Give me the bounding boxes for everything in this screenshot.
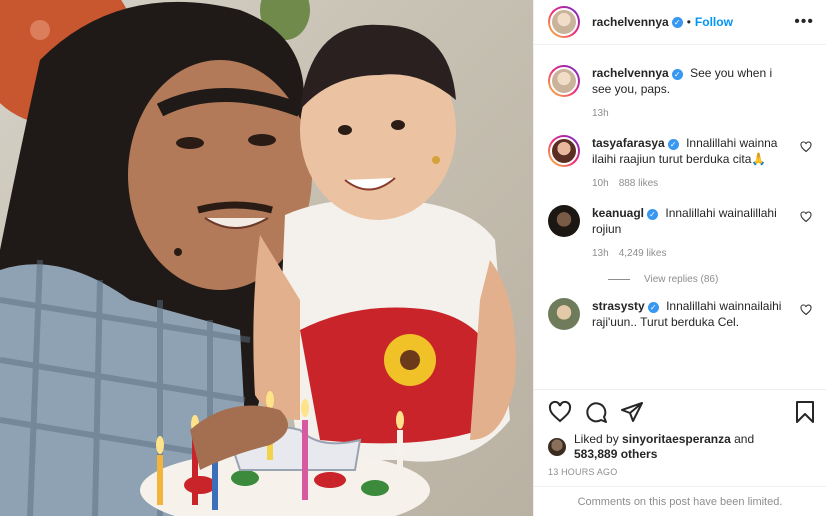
liked-by-and: and [734, 432, 755, 446]
author-avatar[interactable] [548, 6, 580, 38]
share-paper-plane-icon[interactable] [620, 400, 644, 424]
comment-item: strasysty ✓ Innalillahi wainnailaihi raji… [548, 298, 814, 330]
comment-time[interactable]: 10h [592, 178, 609, 189]
comments-limited-notice: Comments on this post have been limited. [534, 486, 826, 516]
heart-icon[interactable] [800, 304, 812, 316]
comment-avatar[interactable] [548, 298, 580, 330]
comment-username[interactable]: tasyafarasya [592, 136, 665, 150]
verified-badge-icon: ✓ [647, 302, 659, 313]
liked-by-user[interactable]: sinyoritaesperanza [622, 432, 731, 446]
likes-summary: Liked by sinyoritaesperanza and 583,889 … [548, 432, 814, 462]
liker-avatar[interactable] [548, 438, 566, 456]
comment-time[interactable]: 13h [592, 108, 609, 119]
post-header: rachelvennya ✓ • Follow ••• [534, 0, 826, 45]
bookmark-icon[interactable] [794, 400, 816, 424]
comment-avatar[interactable] [548, 205, 580, 237]
comment-likes[interactable]: 4,249 likes [619, 248, 667, 259]
caption: rachelvennya ✓ See you when i see you, pa… [548, 65, 814, 122]
post-sidebar: rachelvennya ✓ • Follow ••• rachelvennya… [533, 0, 826, 516]
verified-badge-icon: ✓ [671, 69, 683, 80]
verified-badge-icon: ✓ [667, 139, 679, 150]
comment-likes[interactable]: 888 likes [619, 178, 658, 189]
photo-illustration [0, 0, 516, 516]
post-modal: rachelvennya ✓ • Follow ••• rachelvennya… [0, 0, 826, 516]
comment-username[interactable]: keanuagl [592, 206, 644, 220]
post-time-ago[interactable]: 13 HOURS AGO [548, 467, 814, 477]
comment-bubble-icon[interactable] [584, 400, 608, 424]
view-replies-button[interactable]: View replies (86) [608, 274, 814, 285]
like-heart-icon[interactable] [548, 400, 572, 424]
comments-list[interactable]: rachelvennya ✓ See you when i see you, pa… [534, 45, 826, 389]
author-username[interactable]: rachelvennya [592, 15, 669, 29]
heart-icon[interactable] [800, 211, 812, 223]
comment-time[interactable]: 13h [592, 248, 609, 259]
verified-badge-icon: ✓ [671, 16, 683, 28]
view-replies-label[interactable]: View replies (86) [644, 274, 718, 285]
replies-divider [608, 279, 630, 280]
comment-username[interactable]: strasysty [592, 299, 645, 313]
post-actions: Liked by sinyoritaesperanza and 583,889 … [534, 389, 826, 477]
header-separator: • [686, 15, 691, 29]
more-options-icon[interactable]: ••• [794, 14, 814, 30]
comment-item: tasyafarasya ✓ Innalillahi wainna ilaihi … [548, 135, 814, 192]
comment-avatar[interactable] [548, 65, 580, 97]
liked-by-prefix: Liked by [574, 432, 619, 446]
follow-button[interactable]: Follow [695, 15, 733, 29]
post-photo[interactable] [0, 0, 533, 516]
verified-badge-icon: ✓ [647, 209, 659, 220]
comment-avatar[interactable] [548, 135, 580, 167]
comment-username[interactable]: rachelvennya [592, 66, 669, 80]
comment-item: keanuagl ✓ Innalillahi wainalillahi rojiu… [548, 205, 814, 262]
heart-icon[interactable] [800, 141, 812, 153]
likes-count[interactable]: 583,889 others [574, 447, 657, 461]
